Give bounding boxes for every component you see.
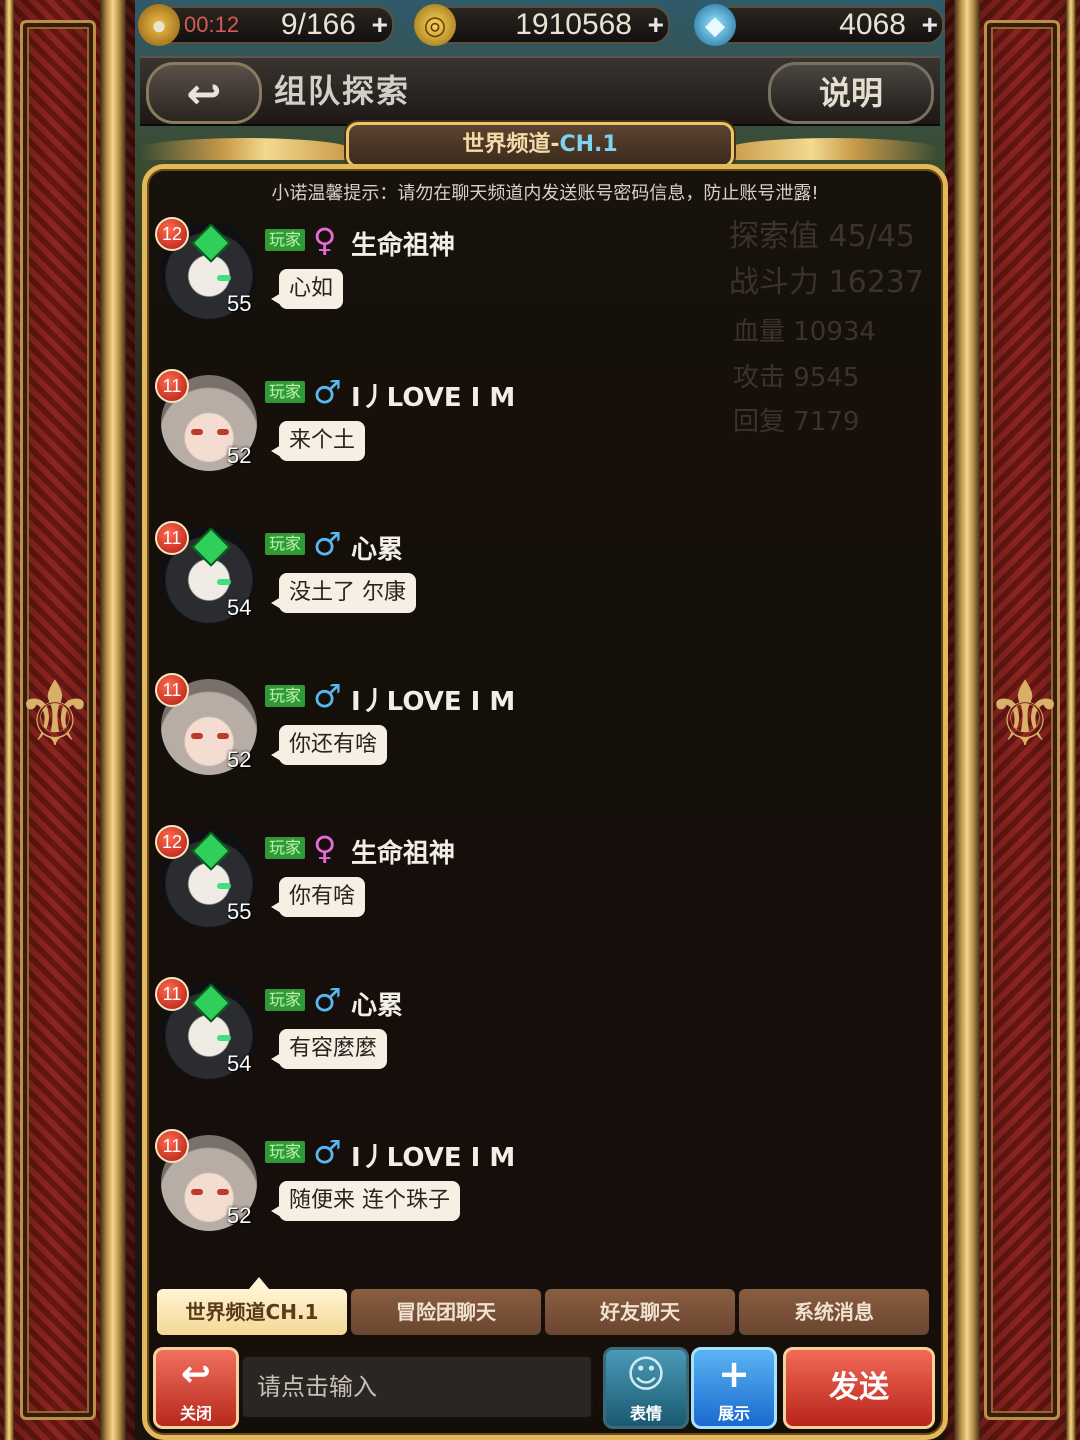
chat-panel: 小诺温馨提示：请勿在聊天频道内发送账号密码信息，防止账号泄露! 探索值 45/4…: [142, 164, 948, 1440]
chat-input-bar: ↩ 关闭 ☺ 表情 + 展示 发送: [147, 1341, 943, 1429]
bg-explore-stat: 探索值 45/45: [729, 219, 915, 254]
chat-message: 11 54 玩家 ♂ 心累 有容麼麼: [155, 977, 755, 1107]
smiley-icon: ☺: [626, 1352, 666, 1396]
active-tab-pointer: [249, 1277, 269, 1289]
vip-badge: 11: [155, 977, 189, 1011]
vip-badge: 11: [155, 673, 189, 707]
emote-label: 表情: [629, 1404, 662, 1423]
vip-badge: 11: [155, 369, 189, 403]
stamina-counter: ● 00:12 9/166 +: [138, 4, 394, 46]
male-icon: ♂: [313, 1133, 342, 1171]
gold-value: 1910568: [515, 8, 632, 41]
male-icon: ♂: [313, 373, 342, 411]
tab-system-messages[interactable]: 系统消息: [739, 1289, 929, 1335]
player-tag: 玩家: [265, 837, 305, 859]
vip-badge: 12: [155, 217, 189, 251]
left-ornate-border: ⚜: [0, 0, 140, 1440]
help-button[interactable]: 说明: [768, 62, 934, 124]
player-level: 52: [227, 747, 252, 772]
male-icon: ♂: [313, 981, 342, 1019]
gem-counter: ◆ 4068 +: [694, 4, 944, 46]
chat-message: 11 52 玩家 ♂ I丿LOVE I M 你还有啥: [155, 673, 755, 803]
stamina-icon: ●: [138, 4, 180, 46]
tab-guild-chat[interactable]: 冒险团聊天: [351, 1289, 541, 1335]
player-tag: 玩家: [265, 381, 305, 403]
player-tag: 玩家: [265, 533, 305, 555]
chat-message: 11 54 玩家 ♂ 心累 没土了 尔康: [155, 521, 755, 651]
tab-friend-chat[interactable]: 好友聊天: [545, 1289, 735, 1335]
player-level: 52: [227, 443, 252, 468]
diamond-icon: ◆: [694, 4, 736, 46]
gold-ornament-right: [728, 138, 938, 160]
add-gem-button[interactable]: +: [922, 8, 938, 42]
female-icon: ♀: [313, 829, 337, 867]
chat-message: 11 52 玩家 ♂ I丿LOVE I M 来个土: [155, 369, 755, 499]
player-level: 52: [227, 1203, 252, 1228]
emote-button[interactable]: ☺ 表情: [603, 1347, 689, 1429]
chat-message: 12 55 玩家 ♀ 生命祖神 心如: [155, 217, 755, 347]
showcase-label: 展示: [717, 1404, 750, 1423]
security-notice: 小诺温馨提示：请勿在聊天频道内发送账号密码信息，防止账号泄露!: [271, 183, 819, 204]
player-name[interactable]: I丿LOVE I M: [351, 1137, 515, 1174]
fleur-de-lis-icon: ⚜: [984, 662, 1066, 767]
message-bubble: 有容麼麼: [270, 1029, 388, 1069]
send-button[interactable]: 发送: [783, 1347, 935, 1429]
channel-name: 世界频道-: [462, 132, 560, 157]
add-stamina-button[interactable]: +: [372, 8, 388, 42]
back-button[interactable]: ↩: [146, 62, 262, 124]
page-title: 组队探索: [274, 72, 411, 110]
message-bubble: 你还有啥: [270, 725, 388, 765]
stamina-value: 9/166: [280, 8, 356, 41]
message-bubble: 没土了 尔康: [271, 573, 416, 613]
player-level: 54: [227, 595, 252, 620]
plus-icon: +: [718, 1352, 750, 1396]
resource-bar: ● 00:12 9/166 + ◎ 1910568 + ◆ 4068 +: [138, 0, 944, 50]
showcase-button[interactable]: + 展示: [691, 1347, 777, 1429]
male-icon: ♂: [313, 525, 342, 563]
channel-title: 世界频道-CH.1: [346, 122, 734, 168]
player-tag: 玩家: [265, 1141, 305, 1163]
fleur-de-lis-icon: ⚜: [14, 662, 96, 767]
player-level: 54: [227, 1051, 252, 1076]
bg-power-stat: 战斗力 16237: [729, 265, 924, 300]
player-name[interactable]: 生命祖神: [351, 225, 455, 262]
right-ornate-border: ⚜: [940, 0, 1080, 1440]
channel-tabs: 世界频道CH.1 冒险团聊天 好友聊天 系统消息: [157, 1277, 929, 1335]
player-tag: 玩家: [265, 989, 305, 1011]
tab-world-channel[interactable]: 世界频道CH.1: [157, 1289, 347, 1335]
gold-ornament-left: [140, 138, 350, 160]
message-bubble: 来个土: [270, 421, 366, 461]
chat-message: 12 55 玩家 ♀ 生命祖神 你有啥: [155, 825, 755, 955]
gem-value: 4068: [839, 8, 906, 41]
chat-input[interactable]: [241, 1355, 593, 1419]
chat-message: 11 52 玩家 ♂ I丿LOVE I M 随便来 连个珠子: [155, 1129, 755, 1259]
vip-badge: 11: [155, 1129, 189, 1163]
gold-coin-icon: ◎: [414, 4, 456, 46]
message-bubble: 心如: [270, 269, 344, 309]
stamina-timer: 00:12: [184, 12, 240, 37]
player-name[interactable]: I丿LOVE I M: [351, 377, 515, 414]
message-bubble: 你有啥: [270, 877, 366, 917]
male-icon: ♂: [313, 677, 342, 715]
close-label: 关闭: [179, 1404, 212, 1423]
channel-code: CH.1: [559, 132, 618, 157]
gold-counter: ◎ 1910568 +: [414, 4, 670, 46]
close-button[interactable]: ↩ 关闭: [153, 1347, 239, 1429]
player-level: 55: [227, 899, 252, 924]
message-bubble: 随便来 连个珠子: [271, 1181, 460, 1221]
vip-badge: 12: [155, 825, 189, 859]
add-gold-button[interactable]: +: [648, 8, 664, 42]
return-arrow-icon: ↩: [180, 1354, 212, 1395]
player-name[interactable]: 心累: [351, 985, 403, 1022]
vip-badge: 11: [155, 521, 189, 555]
player-tag: 玩家: [265, 229, 305, 251]
player-tag: 玩家: [265, 685, 305, 707]
player-level: 55: [227, 291, 252, 316]
player-name[interactable]: 心累: [351, 529, 403, 566]
player-name[interactable]: 生命祖神: [351, 833, 455, 870]
female-icon: ♀: [313, 221, 337, 259]
player-name[interactable]: I丿LOVE I M: [351, 681, 515, 718]
back-arrow-icon: ↩: [186, 68, 222, 118]
page-header: ↩ 组队探索 说明: [140, 56, 940, 126]
